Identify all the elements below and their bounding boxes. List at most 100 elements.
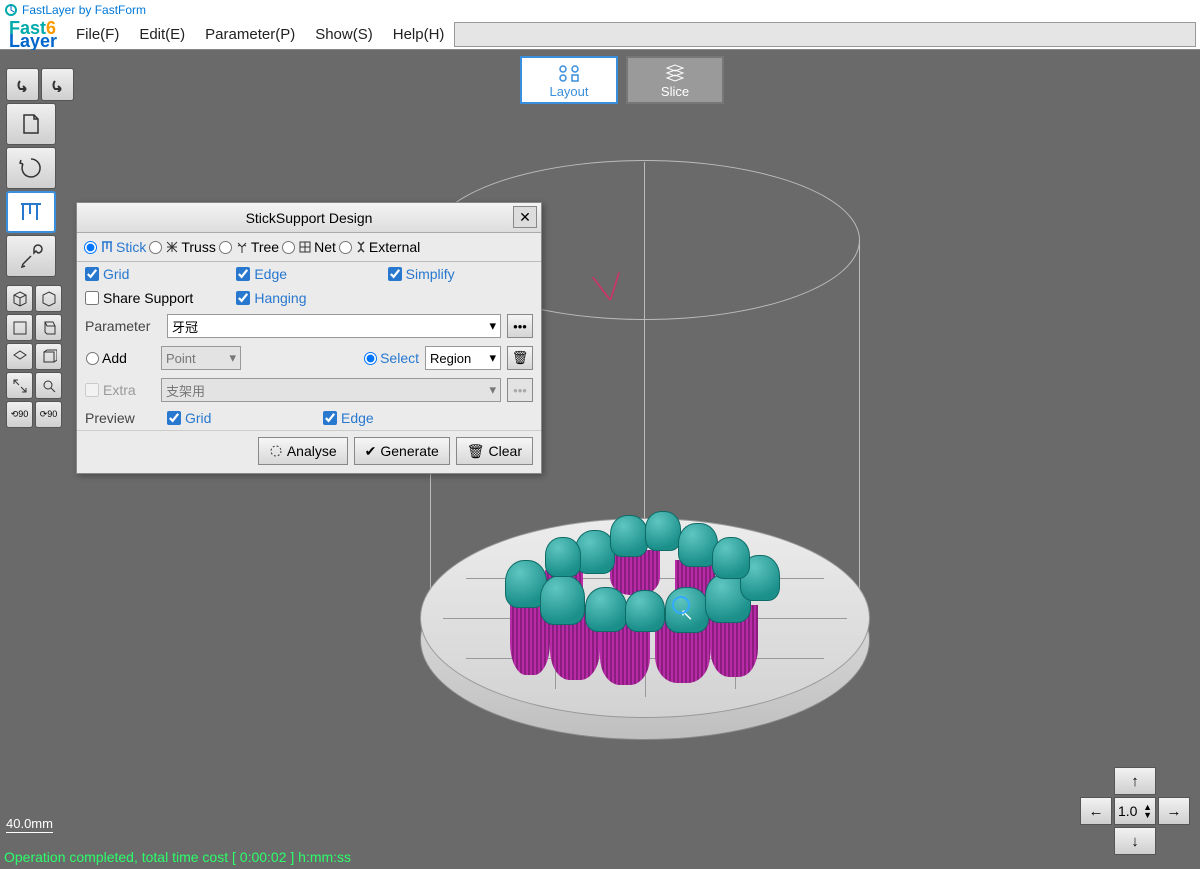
spinner-icon xyxy=(269,444,283,458)
toolbar-left: ⟲90 ⟳90 xyxy=(6,68,74,430)
fit-button[interactable] xyxy=(6,372,33,399)
nav-up-button[interactable]: ↑ xyxy=(1114,767,1156,795)
origin-axis-icon: ╲╱ xyxy=(593,273,624,303)
window-title: FastLayer by FastForm xyxy=(22,3,146,17)
select-mode-select[interactable]: Region▾ xyxy=(425,346,501,370)
menu-parameter[interactable]: Parameter(P) xyxy=(195,20,305,49)
slice-icon xyxy=(663,62,687,84)
delete-button[interactable]: 🗑 xyxy=(507,346,533,370)
extra-select: 支架用▾ xyxy=(161,378,501,402)
trash-icon: 🗑 xyxy=(467,443,485,460)
file-icon xyxy=(19,112,43,136)
view-front-button[interactable] xyxy=(6,314,33,341)
menu-help[interactable]: Help(H) xyxy=(383,20,455,49)
dialog-title: StickSupport Design xyxy=(246,210,373,226)
redo-button[interactable] xyxy=(41,68,74,101)
mode-tabs: Layout Slice xyxy=(520,56,724,104)
selection-ring-icon xyxy=(672,596,690,614)
dialog-title-bar[interactable]: StickSupport Design ✕ xyxy=(77,203,541,233)
check-icon: ✔ xyxy=(365,443,377,460)
cb-grid[interactable]: Grid xyxy=(85,266,230,282)
rotate-icon xyxy=(18,155,44,181)
cb-simplify[interactable]: Simplify xyxy=(388,266,533,282)
cb-preview-edge[interactable]: Edge xyxy=(323,410,374,426)
rot90cw-button[interactable]: ⟳90 xyxy=(35,401,62,428)
cube-side-icon xyxy=(41,320,57,336)
parameter-select[interactable]: 牙冠▾ xyxy=(167,314,501,338)
menu-bar: File(F) Edit(E) Parameter(P) Show(S) Hel… xyxy=(66,20,454,49)
rot90-icon: ⟲90 xyxy=(11,409,29,420)
type-tree[interactable]: Tree xyxy=(218,239,279,255)
tab-layout[interactable]: Layout xyxy=(520,56,618,104)
external-icon xyxy=(355,240,367,254)
analyse-button[interactable]: Analyse xyxy=(258,437,348,465)
open-file-button[interactable] xyxy=(6,103,56,145)
close-icon: ✕ xyxy=(519,209,531,226)
wrench-icon xyxy=(19,244,43,268)
support-icon xyxy=(18,201,44,223)
generate-button[interactable]: ✔Generate xyxy=(354,437,450,465)
menu-filler xyxy=(454,22,1196,47)
rot90-icon: ⟳90 xyxy=(40,409,58,420)
extra-more-button: ••• xyxy=(507,378,533,402)
stepper-icon: ▲▼ xyxy=(1143,803,1152,819)
preview-label: Preview xyxy=(85,410,161,426)
view-side-button[interactable] xyxy=(35,314,62,341)
magnify-icon xyxy=(41,378,57,394)
view-persp-button[interactable] xyxy=(35,343,62,370)
nav-zoom-field[interactable]: 1.0▲▼ xyxy=(1114,797,1156,825)
cube-front-icon xyxy=(12,320,28,336)
arrow-right-icon: → xyxy=(1167,803,1182,820)
dental-model[interactable] xyxy=(490,515,790,705)
cube-top-icon xyxy=(12,349,28,365)
menu-show[interactable]: Show(S) xyxy=(305,20,383,49)
chevron-down-icon: ▾ xyxy=(489,350,496,366)
cb-extra[interactable]: Extra xyxy=(85,382,155,398)
radio-select[interactable]: Select xyxy=(363,350,419,366)
nav-pad: ↑ ← 1.0▲▼ → ↓ xyxy=(1080,767,1190,855)
layout-icon xyxy=(557,62,581,84)
cube-icon xyxy=(12,291,28,307)
type-stick[interactable]: Stick xyxy=(83,239,146,255)
chevron-down-icon: ▾ xyxy=(489,382,496,398)
view-iso1-button[interactable] xyxy=(6,285,33,312)
ellipsis-icon: ••• xyxy=(513,383,527,398)
undo-button[interactable] xyxy=(6,68,39,101)
workspace[interactable]: ⟲90 ⟳90 Layout Slice ╲╱ xyxy=(0,50,1200,869)
tree-icon xyxy=(235,240,249,254)
radio-add[interactable]: Add xyxy=(85,350,155,366)
tab-slice[interactable]: Slice xyxy=(626,56,724,104)
nav-left-button[interactable]: ← xyxy=(1080,797,1112,825)
menu-edit[interactable]: Edit(E) xyxy=(129,20,195,49)
cb-hanging[interactable]: Hanging xyxy=(236,290,381,306)
chevron-down-icon: ▾ xyxy=(229,350,236,366)
cb-share-support[interactable]: Share Support xyxy=(85,290,230,306)
arrow-left-icon: ← xyxy=(1089,803,1104,820)
chevron-down-icon: ▾ xyxy=(489,318,496,334)
menu-file[interactable]: File(F) xyxy=(66,20,129,49)
nav-right-button[interactable]: → xyxy=(1158,797,1190,825)
cb-preview-grid[interactable]: Grid xyxy=(167,410,317,426)
support-button[interactable] xyxy=(6,191,56,233)
ellipsis-icon: ••• xyxy=(513,319,527,334)
type-external[interactable]: External xyxy=(338,239,420,255)
view-top-button[interactable] xyxy=(6,343,33,370)
cube-persp-icon xyxy=(41,349,57,365)
view-iso2-button[interactable] xyxy=(35,285,62,312)
type-truss[interactable]: Truss xyxy=(148,239,215,255)
parameter-more-button[interactable]: ••• xyxy=(507,314,533,338)
nav-down-button[interactable]: ↓ xyxy=(1114,827,1156,855)
cb-edge[interactable]: Edge xyxy=(236,266,381,282)
stick-icon xyxy=(100,240,114,254)
app-icon xyxy=(4,3,18,17)
clear-button[interactable]: 🗑Clear xyxy=(456,437,533,465)
tools-button[interactable] xyxy=(6,235,56,277)
arrow-down-icon: ↓ xyxy=(1131,833,1139,850)
rot90ccw-button[interactable]: ⟲90 xyxy=(6,401,33,428)
type-net[interactable]: Net xyxy=(281,239,336,255)
zoom-button[interactable] xyxy=(35,372,62,399)
truss-icon xyxy=(165,240,179,254)
rotate-button[interactable] xyxy=(6,147,56,189)
dialog-close-button[interactable]: ✕ xyxy=(513,206,537,228)
scale-indicator: 40.0mm xyxy=(6,816,53,833)
